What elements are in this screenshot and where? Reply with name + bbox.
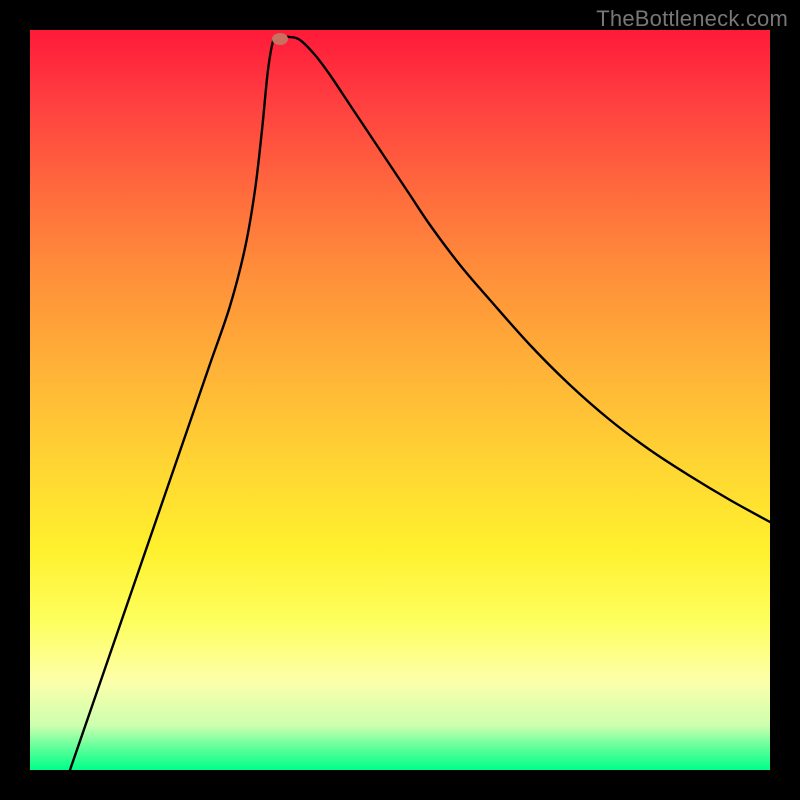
bottleneck-curve xyxy=(70,35,770,770)
curve-layer xyxy=(30,30,770,770)
watermark-text: TheBottleneck.com xyxy=(596,6,788,32)
optimal-point-marker xyxy=(272,33,288,45)
plot-area xyxy=(30,30,770,770)
